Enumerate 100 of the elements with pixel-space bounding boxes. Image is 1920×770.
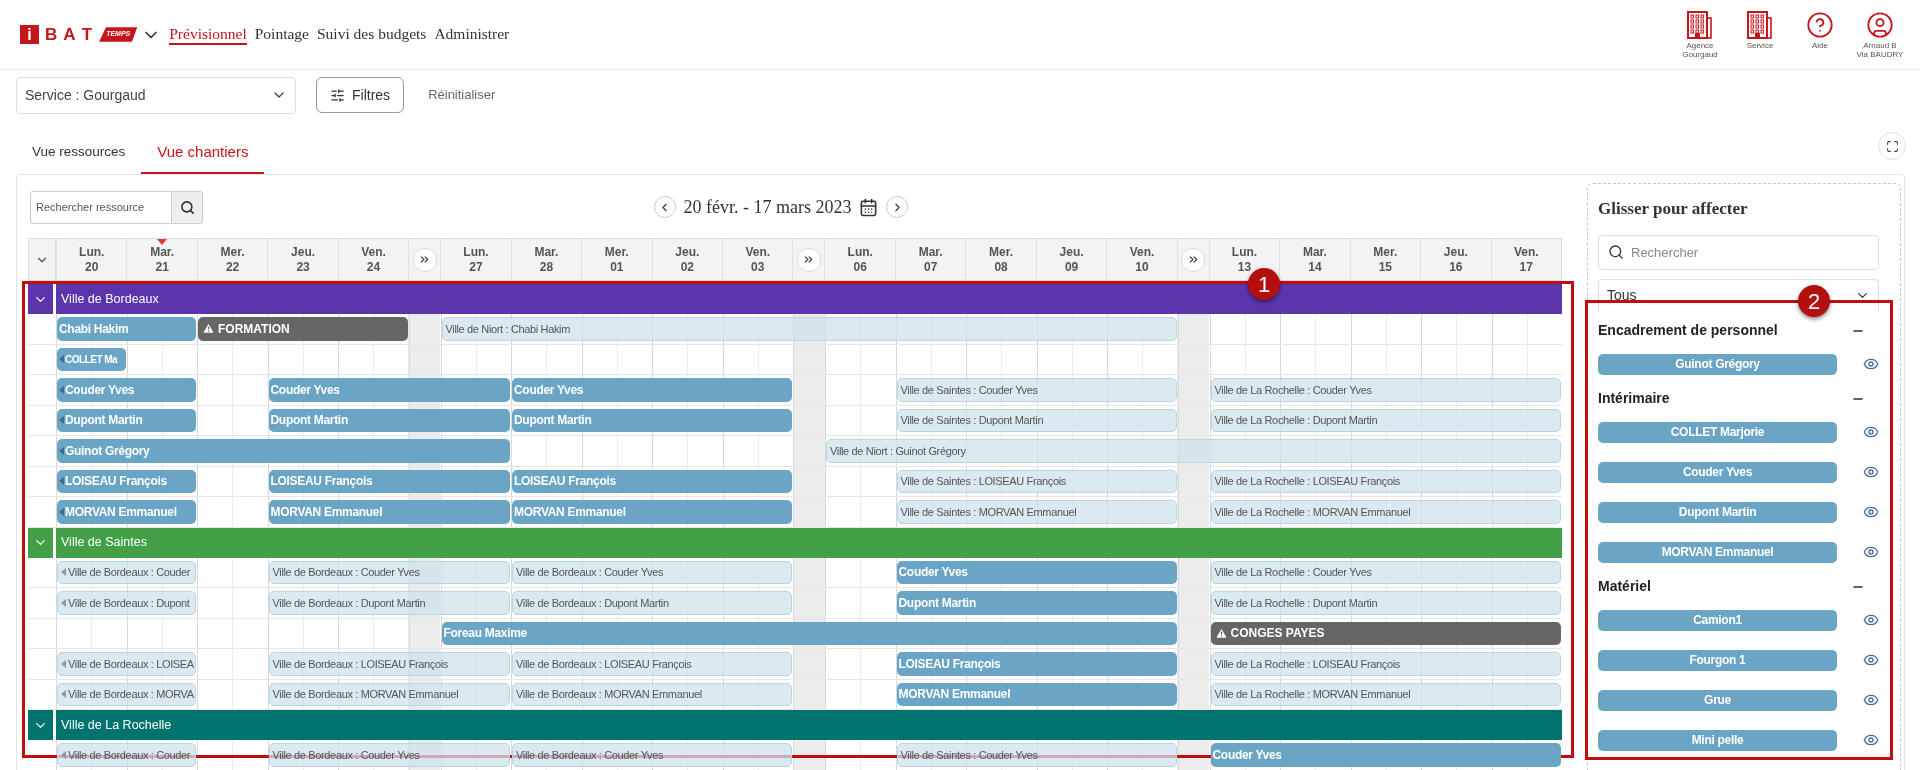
other-site-bar[interactable]: Ville de Niort : Chabi Hakim — [441, 317, 1177, 341]
eye-icon[interactable] — [1863, 652, 1879, 668]
skip-week-button[interactable] — [412, 247, 437, 272]
other-site-bar[interactable]: Ville de Bordeaux : MORVAN Emmanuel — [268, 682, 510, 706]
other-site-bar[interactable]: Ville de La Rochelle : Couder Yves — [1210, 560, 1561, 584]
nav-link[interactable]: Pointage — [254, 24, 309, 45]
other-site-bar[interactable]: Ville de Saintes : Couder Yves — [896, 378, 1177, 402]
eye-icon[interactable] — [1863, 732, 1879, 748]
bar-label: Couder Yves — [270, 381, 340, 399]
bar-label: Couder Yves — [898, 564, 968, 582]
other-site-bar[interactable]: Ville de Bordeaux : LOISEAU François — [268, 652, 510, 676]
panel-search-field[interactable]: Rechercher — [1598, 234, 1879, 270]
other-site-bar[interactable]: Ville de Bordeaux : Dupont Martin — [512, 591, 792, 615]
other-site-bar[interactable]: Ville de Saintes : Dupont Martin — [896, 408, 1177, 432]
eye-icon[interactable] — [1863, 544, 1879, 560]
skip-week-button[interactable] — [1181, 247, 1206, 272]
weekday: Mer. — [220, 244, 245, 260]
bar-label: Ville de Bordeaux : Couder — [68, 565, 191, 580]
other-site-bar[interactable]: Ville de Saintes : MORVAN Emmanuel — [896, 500, 1177, 524]
day-number: 23 — [296, 259, 310, 275]
eye-icon[interactable] — [1863, 424, 1879, 440]
group-toggle[interactable] — [28, 284, 53, 314]
other-site-bar[interactable]: Ville de Saintes : LOISEAU François — [896, 469, 1177, 493]
eye-icon[interactable] — [1863, 612, 1879, 628]
eye-icon[interactable] — [1863, 692, 1879, 708]
weekday: Mer. — [989, 244, 1014, 260]
service-select[interactable]: Service : Gourgaud — [16, 76, 296, 114]
group-toggle[interactable] — [28, 710, 53, 740]
bar-label: Ville de La Rochelle : MORVAN Emmanuel — [1214, 687, 1411, 702]
continued-arrow-icon — [61, 598, 66, 607]
bar-label: MORVAN Emmanuel — [898, 686, 1011, 704]
building-icon — [1747, 10, 1773, 39]
day-number: 01 — [610, 259, 624, 275]
other-site-bar[interactable]: Ville de Bordeaux : Couder — [57, 560, 196, 584]
other-site-bar[interactable]: Ville de Bordeaux : Couder Yves — [268, 743, 510, 767]
other-site-bar[interactable]: Ville de Bordeaux : MORVA — [57, 682, 196, 706]
section-title: Intérimaire — [1598, 389, 1670, 408]
filters-button[interactable]: Filtres — [316, 77, 405, 113]
other-site-bar[interactable]: Ville de Bordeaux : Dupont Martin — [268, 591, 510, 615]
other-site-bar[interactable]: Ville de La Rochelle : LOISEAU François — [1210, 469, 1561, 493]
search-button[interactable] — [172, 190, 203, 224]
other-site-bar[interactable]: Ville de La Rochelle : Couder Yves — [1210, 378, 1561, 402]
group-toggle[interactable] — [28, 527, 53, 558]
other-site-bar[interactable]: Ville de Bordeaux : Couder Yves — [268, 560, 510, 584]
view-tab[interactable]: Vue chantiers — [141, 132, 265, 174]
other-site-bar[interactable]: Ville de Bordeaux : Couder — [57, 743, 196, 767]
header-action[interactable]: Aide — [1798, 10, 1842, 50]
bar-label: Ville de Bordeaux : Couder Yves — [272, 565, 420, 580]
other-site-bar[interactable]: Ville de Saintes : Couder Yves — [896, 743, 1177, 767]
other-site-bar[interactable]: Ville de Bordeaux : LOISEAU François — [512, 652, 792, 676]
day-number: 21 — [155, 259, 169, 275]
eye-icon[interactable] — [1863, 356, 1879, 372]
header-action[interactable]: Service — [1738, 10, 1782, 50]
bar-label: Dupont Martin — [514, 412, 592, 430]
panel-title: Glisser pour affecter — [1598, 198, 1749, 220]
nav-link[interactable]: Suivi des budgets — [317, 24, 427, 45]
weekday: Mar. — [534, 244, 559, 260]
other-site-bar[interactable]: Ville de La Rochelle : Dupont Martin — [1210, 591, 1561, 615]
logo-text: B A T — [45, 26, 94, 43]
reset-link[interactable]: Réinitialiser — [428, 85, 496, 105]
day-number: 17 — [1519, 259, 1533, 275]
day-number: 07 — [924, 259, 938, 275]
other-site-bar[interactable]: Ville de La Rochelle : Dupont Martin — [1210, 408, 1561, 432]
eye-icon[interactable] — [1863, 464, 1879, 480]
bar-label: MORVAN Emmanuel — [270, 503, 383, 521]
action-label: Agence Gourgaud — [1681, 40, 1719, 59]
bar-label: Couder Yves — [1212, 746, 1282, 764]
other-site-bar[interactable]: Ville de La Rochelle : MORVAN Emmanuel — [1210, 682, 1561, 706]
other-site-bar[interactable]: Ville de Bordeaux : LOISEA — [57, 652, 196, 676]
today-marker-icon — [157, 239, 168, 245]
other-site-bar[interactable]: Ville de Bordeaux : MORVAN Emmanuel — [512, 682, 792, 706]
other-site-bar[interactable]: Ville de Bordeaux : Couder Yves — [512, 743, 792, 767]
absence-bar[interactable]: FORMATION — [198, 317, 408, 341]
calendar-icon[interactable] — [859, 197, 879, 217]
bar-label: Ville de Bordeaux : Couder — [68, 747, 191, 763]
nav-link[interactable]: Prévisionnel — [169, 24, 247, 45]
other-site-bar[interactable]: Ville de Niort : Guinot Grégory — [826, 439, 1561, 463]
header-action[interactable]: Agence Gourgaud — [1678, 10, 1722, 59]
continued-arrow-icon — [61, 659, 66, 668]
bar-label: Ville de Niort : Guinot Grégory — [830, 443, 966, 459]
other-site-bar[interactable]: Ville de Bordeaux : Dupont — [57, 591, 196, 615]
other-site-bar[interactable]: Ville de La Rochelle : MORVAN Emmanuel — [1210, 500, 1561, 524]
bar-label: Ville de La Rochelle : Couder Yves — [1214, 565, 1372, 580]
resource-search-field[interactable]: Rechercher ressource — [30, 190, 172, 224]
view-tab[interactable]: Vue ressources — [16, 132, 142, 174]
bar-label: Couder Yves — [65, 381, 135, 399]
eye-icon[interactable] — [1863, 504, 1879, 520]
other-site-bar[interactable]: Ville de Bordeaux : Couder Yves — [512, 560, 792, 584]
absence-bar[interactable]: CONGES PAYES — [1210, 621, 1561, 645]
bar-label: Ville de Bordeaux : Couder Yves — [516, 565, 664, 580]
continued-arrow-icon — [61, 690, 66, 699]
warning-icon — [1214, 626, 1228, 640]
day-number: 22 — [225, 259, 240, 275]
bar-label: Dupont Martin — [898, 594, 976, 612]
header-action[interactable]: Arnaud B Via BAUDRY — [1858, 10, 1902, 59]
weekday: Ven. — [745, 244, 771, 260]
skip-week-button[interactable] — [797, 247, 821, 272]
nav-link[interactable]: Administrer — [434, 24, 510, 45]
other-site-bar[interactable]: Ville de La Rochelle : LOISEAU François — [1210, 652, 1561, 676]
bar-label: Ville de Bordeaux : Dupont Martin — [516, 595, 669, 611]
